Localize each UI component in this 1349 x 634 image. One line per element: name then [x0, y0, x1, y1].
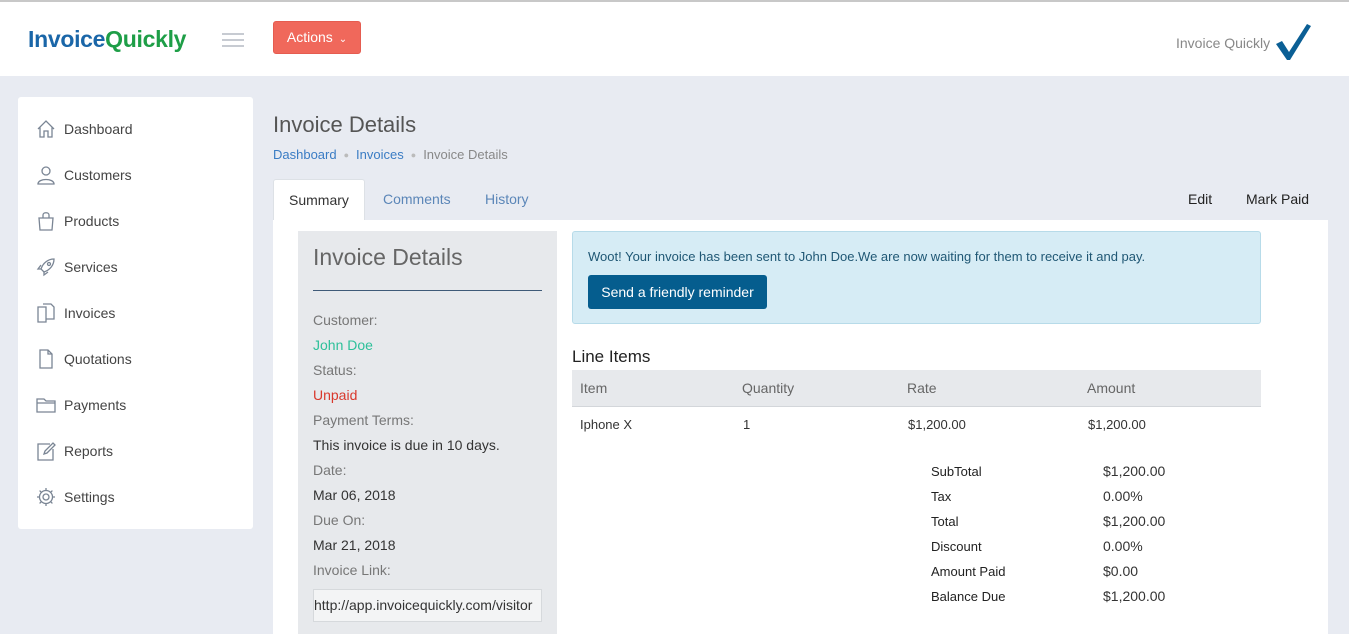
payment-terms-label: Payment Terms: — [313, 412, 414, 428]
invoice-details-card: Invoice Details Customer: John Doe Statu… — [298, 231, 557, 634]
document-icon — [39, 349, 53, 369]
due-on-value: Mar 21, 2018 — [313, 537, 396, 553]
invoice-link-label: Invoice Link: — [313, 562, 391, 578]
page-title: Invoice Details — [273, 112, 417, 137]
line-items-title: Line Items — [572, 347, 651, 366]
total-label: Tax — [931, 489, 952, 504]
top-header: InvoiceQuickly Actions ⌄ Invoice Quickly — [0, 0, 1349, 76]
payment-terms-value: This invoice is due in 10 days. — [313, 437, 500, 453]
total-label: Discount — [931, 539, 982, 554]
cell-amount: $1,200.00 — [1088, 417, 1146, 432]
customer-name-link[interactable]: John Doe — [313, 335, 542, 360]
edit-icon — [37, 442, 56, 461]
sidebar-item-label: Dashboard — [64, 121, 133, 137]
invoice-link-field[interactable]: http://app.invoicequickly.com/visitor — [313, 589, 542, 622]
edit-button[interactable]: Edit — [1188, 179, 1212, 221]
divider — [313, 290, 542, 291]
sidebar-item-label: Payments — [64, 397, 127, 413]
total-label: Total — [931, 514, 959, 529]
sent-notice-alert: Woot! Your invoice has been sent to John… — [572, 231, 1261, 324]
total-value: $1,200.00 — [1103, 588, 1166, 604]
sidebar-item-services[interactable]: Services — [18, 244, 253, 290]
mark-paid-button[interactable]: Mark Paid — [1246, 179, 1309, 221]
column-header-item: Item — [580, 380, 608, 396]
breadcrumb: Dashboard ● Invoices ● Invoice Details — [273, 147, 508, 162]
cell-item: Iphone X — [580, 417, 633, 432]
tab-history[interactable]: History — [485, 179, 529, 221]
breadcrumb-current: Invoice Details — [423, 147, 508, 162]
sidebar-item-label: Products — [64, 213, 120, 229]
actions-label: Actions — [286, 29, 333, 45]
cell-rate: $1,200.00 — [908, 417, 966, 432]
breadcrumb-separator: ● — [343, 149, 350, 160]
total-value: $1,200.00 — [1103, 513, 1166, 529]
date-value: Mar 06, 2018 — [313, 487, 396, 503]
total-label: Amount Paid — [931, 564, 1006, 579]
sidebar-item-label: Invoices — [64, 305, 116, 321]
sidebar-item-customers[interactable]: Customers — [18, 152, 253, 198]
tab-summary[interactable]: Summary — [273, 179, 365, 221]
wallet-icon — [36, 398, 56, 413]
status-value: Unpaid — [313, 387, 358, 403]
due-on-label: Due On: — [313, 512, 366, 528]
actions-dropdown-button[interactable]: Actions ⌄ — [273, 21, 361, 54]
sidebar-item-label: Settings — [64, 489, 115, 505]
details-heading: Invoice Details — [313, 244, 463, 270]
alert-message: Woot! Your invoice has been sent to John… — [588, 249, 1146, 264]
cell-quantity: 1 — [743, 417, 751, 432]
breadcrumb-dashboard[interactable]: Dashboard — [273, 147, 337, 162]
tab-comments[interactable]: Comments — [383, 179, 451, 221]
breadcrumb-invoices[interactable]: Invoices — [356, 147, 404, 162]
sidebar-item-label: Services — [64, 259, 118, 275]
logo-text-invoice: Invoice — [28, 26, 106, 52]
sidebar-item-label: Reports — [64, 443, 114, 459]
column-header-quantity: Quantity — [742, 380, 795, 396]
total-value: $0.00 — [1103, 563, 1139, 579]
total-label: SubTotal — [931, 464, 982, 479]
column-header-amount: Amount — [1087, 380, 1136, 396]
breadcrumb-separator: ● — [410, 149, 417, 160]
rocket-icon — [36, 258, 55, 277]
status-label: Status: — [313, 362, 357, 378]
tab-bar: Summary Comments History Edit Mark Paid — [273, 179, 1328, 221]
sidebar-item-quotations[interactable]: Quotations — [18, 336, 253, 382]
app-logo[interactable]: InvoiceQuickly — [28, 26, 186, 53]
documents-icon — [37, 303, 55, 323]
column-header-rate: Rate — [907, 380, 937, 396]
total-value: $1,200.00 — [1103, 463, 1166, 479]
line-items-header: Item Quantity Rate Amount — [572, 370, 1261, 407]
total-label: Balance Due — [931, 589, 1006, 604]
total-value: 0.00% — [1103, 488, 1143, 504]
sidebar-item-label: Customers — [64, 167, 132, 183]
chevron-down-icon: ⌄ — [338, 34, 348, 45]
menu-toggle-icon[interactable] — [222, 32, 244, 48]
sidebar-item-label: Quotations — [64, 351, 132, 367]
sidebar-item-invoices[interactable]: Invoices — [18, 290, 253, 336]
gear-icon — [37, 488, 55, 506]
total-value: 0.00% — [1103, 538, 1143, 554]
shopping-bag-icon — [38, 212, 54, 231]
logo-text-quickly: Quickly — [105, 26, 187, 52]
customer-label: Customer: — [313, 312, 378, 328]
send-reminder-button[interactable]: Send a friendly reminder — [588, 275, 767, 309]
brand-name: Invoice Quickly — [1176, 35, 1271, 51]
home-icon — [37, 120, 55, 138]
user-icon — [37, 166, 55, 185]
sidebar-item-products[interactable]: Products — [18, 198, 253, 244]
sidebar-item-settings[interactable]: Settings — [18, 474, 253, 520]
date-label: Date: — [313, 462, 347, 478]
table-row: Iphone X 1 $1,200.00 $1,200.00 — [572, 408, 1261, 442]
sidebar-item-reports[interactable]: Reports — [18, 428, 253, 474]
checkmark-logo-icon — [1276, 24, 1311, 60]
sidebar-item-payments[interactable]: Payments — [18, 382, 253, 428]
sidebar: Dashboard Customers Products Services In… — [18, 97, 253, 529]
sidebar-item-dashboard[interactable]: Dashboard — [18, 106, 253, 152]
